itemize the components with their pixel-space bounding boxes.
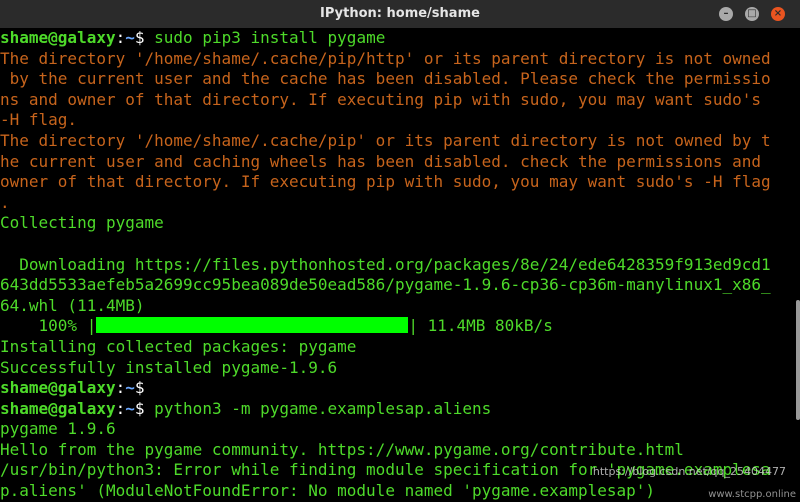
prompt-line: shame@galaxy:~$ python3 -m pygame.exampl… [0,399,800,420]
csdn-watermark: https://blog.csdn.net/qq_25404477 [592,465,786,478]
prompt-separator: : [115,398,126,418]
maximize-button[interactable]: □ [745,7,759,21]
command-text: sudo pip3 install pygame [144,28,386,47]
prompt-line: shame@galaxy:~$ [0,378,800,399]
progress-line: 100% | | 11.4MB 80kB/s [0,316,800,337]
prompt-symbol: $ [134,378,145,398]
maximize-icon: □ [747,8,757,19]
downloading-line: 64.whl (11.4MB) [0,295,145,315]
terminal-output[interactable]: shame@galaxy:~$ sudo pip3 install pygame… [0,28,800,502]
window-title: IPython: home/shame [320,6,480,21]
warning-line: The directory '/home/shame/.cache/pip' o… [0,130,771,150]
prompt-symbol: $ [134,28,145,47]
prompt-line: shame@galaxy:~$ sudo pip3 install pygame [0,28,800,49]
error-line: p.aliens' (ModuleNotFoundError: No modul… [0,481,656,501]
progress-bar [96,317,409,334]
prompt-user: shame@galaxy [0,28,116,47]
warning-line: ns and owner of that directory. If execu… [0,89,761,109]
command-text: python3 -m pygame.examplesap.aliens [144,398,492,418]
warning-line: by the current user and the cache has be… [0,69,771,89]
scrollbar[interactable] [796,300,800,420]
warning-line: owner of that directory. If executing pi… [0,172,771,192]
prompt-separator: : [115,28,126,47]
warning-line: he current user and caching wheels has b… [0,151,761,171]
progress-stats: | 11.4MB 80kB/s [408,316,553,336]
output-line: pygame 1.9.6 [0,419,116,439]
installing-line: Installing collected packages: pygame [0,336,357,356]
warning-line: -H flag. [0,110,78,130]
prompt-user: shame@galaxy [0,398,116,418]
site-watermark: www.stcpp.online [708,489,796,500]
progress-percent: 100% | [0,316,97,336]
prompt-path: ~ [125,28,135,47]
close-button[interactable]: × [771,7,785,21]
warning-line: . [0,192,10,212]
close-icon: × [773,8,783,19]
prompt-path: ~ [125,398,135,418]
installed-line: Successfully installed pygame-1.9.6 [0,357,338,377]
prompt-user: shame@galaxy [0,378,116,398]
window-titlebar[interactable]: IPython: home/shame – □ × [0,0,800,28]
prompt-symbol: $ [134,398,145,418]
prompt-path: ~ [125,378,135,398]
minimize-button[interactable]: – [719,7,733,21]
output-line: Hello from the pygame community. https:/… [0,439,684,459]
downloading-line: 643dd5533aefeb5a2699cc95bea089de50ead586… [0,275,771,295]
warning-line: The directory '/home/shame/.cache/pip/ht… [0,48,771,68]
prompt-separator: : [115,378,126,398]
downloading-line: Downloading https://files.pythonhosted.o… [0,254,771,274]
minimize-icon: – [723,8,729,19]
collecting-line: Collecting pygame [0,213,164,233]
